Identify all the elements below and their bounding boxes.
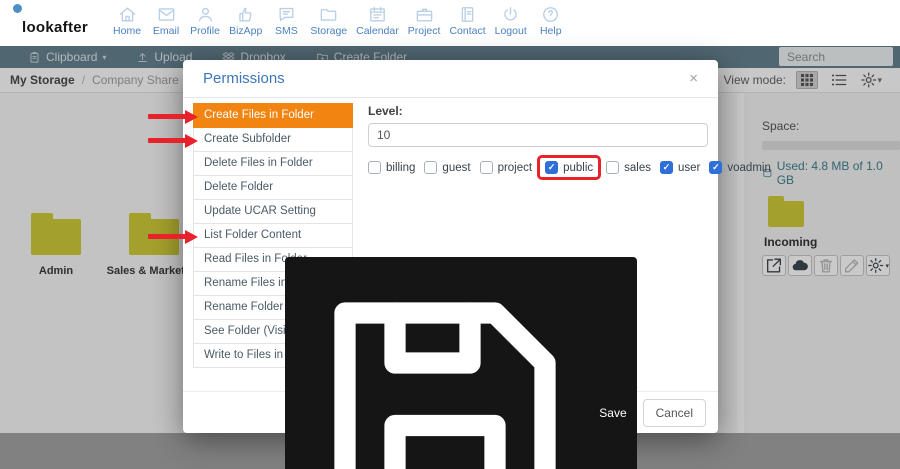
nav-item-contact[interactable]: Contact	[449, 5, 485, 37]
checkbox-icon[interactable]	[660, 161, 673, 174]
nav-item-calendar[interactable]: Calendar	[356, 5, 399, 37]
logout-icon	[501, 5, 520, 24]
checkbox-guest[interactable]: guest	[424, 161, 470, 174]
nav-item-profile[interactable]: Profile	[190, 5, 220, 37]
home-icon	[118, 5, 137, 24]
checkbox-project[interactable]: project	[480, 161, 533, 174]
cancel-button[interactable]: Cancel	[643, 399, 706, 427]
permissions-modal: Permissions × Create Files in FolderCrea…	[183, 60, 718, 433]
permission-create-subfolder[interactable]: Create Subfolder	[193, 127, 353, 152]
nav-item-email[interactable]: Email	[151, 5, 181, 37]
permission-delete-folder[interactable]: Delete Folder	[193, 175, 353, 200]
modal-title: Permissions	[203, 70, 285, 87]
group-checkbox-row: billing guest project public sales user …	[368, 161, 708, 174]
contact-icon	[458, 5, 477, 24]
checkbox-sales[interactable]: sales	[606, 161, 651, 174]
nav-item-bizapp[interactable]: BizApp	[229, 5, 262, 37]
main-nav: Home Email Profile BizApp SMS Storage Ca…	[112, 5, 566, 41]
close-icon[interactable]: ×	[689, 71, 698, 86]
permission-create-files-in-folder[interactable]: Create Files in Folder	[193, 103, 353, 128]
checkbox-user[interactable]: user	[660, 161, 700, 174]
checkbox-public-highlighted[interactable]: public	[537, 155, 601, 180]
checkbox-icon[interactable]	[480, 161, 493, 174]
checkbox-billing[interactable]: billing	[368, 161, 415, 174]
app-page: lookafter Home Email Profile BizApp SMS …	[0, 0, 900, 469]
nav-item-help[interactable]: Help	[536, 5, 566, 37]
permission-delete-files-in-folder[interactable]: Delete Files in Folder	[193, 151, 353, 176]
level-label: Level:	[368, 104, 708, 118]
bizapp-icon	[236, 5, 255, 24]
app-logo: lookafter	[22, 11, 88, 36]
level-input[interactable]	[368, 123, 708, 147]
help-icon	[541, 5, 560, 24]
blue-dot-icon	[13, 4, 22, 13]
nav-item-home[interactable]: Home	[112, 5, 142, 37]
checkbox-icon[interactable]	[424, 161, 437, 174]
checkbox-voadmin[interactable]: voadmin	[709, 161, 770, 174]
permission-update-ucar-setting[interactable]: Update UCAR Setting	[193, 199, 353, 224]
permission-detail: Level: billing guest project public sale…	[368, 104, 708, 174]
save-button-label: Save	[599, 406, 626, 420]
nav-item-project[interactable]: Project	[408, 5, 441, 37]
top-header: lookafter Home Email Profile BizApp SMS …	[0, 0, 900, 46]
project-icon	[415, 5, 434, 24]
nav-item-storage[interactable]: Storage	[310, 5, 347, 37]
checkbox-icon[interactable]	[545, 161, 558, 174]
email-icon	[157, 5, 176, 24]
checkbox-icon[interactable]	[368, 161, 381, 174]
checkbox-icon[interactable]	[606, 161, 619, 174]
save-button[interactable]: Save	[285, 257, 636, 469]
storage-icon	[319, 5, 338, 24]
checkbox-icon[interactable]	[709, 161, 722, 174]
profile-icon	[196, 5, 215, 24]
calendar-icon	[368, 5, 387, 24]
permission-list-folder-content[interactable]: List Folder Content	[193, 223, 353, 248]
modal-header: Permissions ×	[183, 60, 718, 98]
nav-item-sms[interactable]: SMS	[271, 5, 301, 37]
nav-item-logout[interactable]: Logout	[495, 5, 527, 37]
floppy-save-icon	[295, 263, 595, 469]
modal-footer: Save Cancel	[183, 391, 718, 433]
sms-icon	[277, 5, 296, 24]
